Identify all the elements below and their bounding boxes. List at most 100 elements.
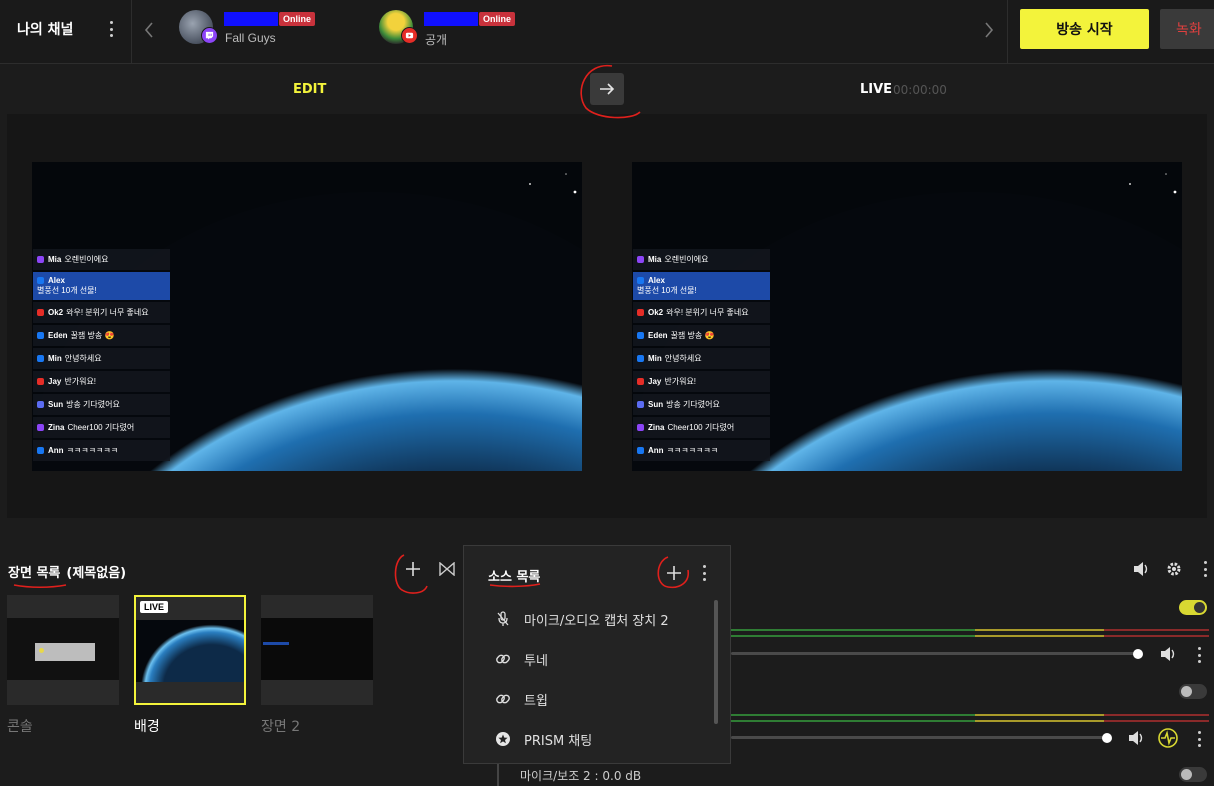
chat-username: Sun [48,400,64,409]
audio-meter [731,714,1209,716]
arrow-right-icon [600,83,615,95]
volume-slider[interactable] [731,736,1111,739]
live-mode-label: LIVE [860,82,893,97]
speaker-icon[interactable] [1127,729,1147,747]
chat-text: 꿀잼 방송 😍 [670,331,715,340]
volume-slider-handle[interactable] [1133,649,1143,659]
platform-icon [37,332,44,339]
scrollbar[interactable] [714,600,718,724]
source-label: PRISM 채팅 [524,733,593,749]
platform-icon [637,447,644,454]
chat-username: Zina [48,423,65,432]
platform-icon [637,401,644,408]
add-scene-button[interactable] [403,559,423,579]
chat-message: Zina Cheer100 기다렸어 [33,417,170,438]
chat-message: Sun 방송 기다렸어요 [33,394,170,415]
transition-button[interactable] [590,73,624,105]
chat-username: Mia [648,255,662,264]
divider [497,764,499,786]
record-button[interactable]: 녹화 [1160,9,1214,49]
chevron-left-icon[interactable] [143,21,155,39]
platform-icon [637,256,644,263]
source-item[interactable]: 마이크/오디오 캡처 장치 2 [494,607,669,631]
chat-text: 안녕하세요 [664,354,702,363]
chat-message: Jay 반가워요! [633,371,770,392]
volume-slider-handle[interactable] [1102,733,1112,743]
noise-filter-icon[interactable] [1157,727,1179,749]
chat-text: 와우! 분위기 너무 좋네요 [66,308,149,317]
chat-username: Jay [48,377,62,386]
platform-icon [637,309,644,316]
speaker-icon[interactable] [1132,560,1152,578]
twitch-icon [201,27,218,44]
platform-icon [37,401,44,408]
chat-text: 방송 기다렸어요 [66,400,120,409]
online-badge: Online [479,12,516,26]
chat-text: 방송 기다렸어요 [666,400,720,409]
chat-message: Alex 별풍선 10개 선물! [33,272,170,300]
channel-category: Fall Guys [225,31,276,45]
scene-collection-name[interactable]: (제목없음) [66,566,126,581]
chat-username: Ann [48,446,64,455]
add-source-button[interactable] [664,563,684,583]
chat-message: Ok2 와우! 분위기 너무 좋네요 [633,302,770,323]
transition-icon [439,562,455,576]
chat-text: 와우! 분위기 너무 좋네요 [666,308,749,317]
chat-username: Mia [48,255,62,264]
chat-username: Ok2 [48,308,64,317]
chat-username: Eden [648,331,668,340]
platform-icon [637,332,644,339]
scene-thumbnail-background[interactable]: LIVE [134,595,246,705]
channel-more-icon[interactable] [1191,729,1207,749]
chat-username: Alex [648,276,665,285]
source-item[interactable]: 투네 [494,647,548,671]
chat-message: Jay 반가워요! [33,371,170,392]
platform-icon [37,355,44,362]
audio-toggle-off[interactable] [1179,684,1207,699]
more-menu-icon[interactable] [103,19,119,39]
scene-transition-button[interactable] [437,559,457,579]
speaker-icon[interactable] [1159,645,1179,663]
my-channel-label[interactable]: 나의 채널 [17,19,73,39]
scene-thumbnail-console[interactable] [7,595,119,705]
my-channel-section: 나의 채널 [0,0,132,64]
channel-more-icon[interactable] [1191,645,1207,665]
source-list-title: 소스 목록 [488,570,541,585]
gear-icon[interactable] [1165,560,1183,578]
source-item[interactable]: PRISM 채팅 [494,727,592,751]
chat-username: Min [48,354,62,363]
source-item[interactable]: 트윕 [494,687,548,711]
chat-text: 반가워요! [64,377,97,386]
chat-username: Eden [48,331,68,340]
scene-list-panel: 장면 목록 (제목없음) 콘솔 LIVE 배경 장면 2 [0,545,463,786]
chat-username: Min [648,354,662,363]
chat-username: Sun [648,400,664,409]
chat-text: Cheer100 기다렸어 [67,423,135,432]
audio-toggle-off[interactable] [1179,767,1207,782]
mixer-more-icon[interactable] [1197,559,1213,579]
prism-chat-icon [494,730,512,748]
chat-username: Ann [648,446,664,455]
platform-icon [637,424,644,431]
chat-message: Ann ㅋㅋㅋㅋㅋㅋㅋ [633,440,770,461]
source-label: 마이크/오디오 캡처 장치 2 [524,613,669,629]
top-bar: 나의 채널 Online Fall Guys Online 공개 방송 시작 녹… [0,0,1214,64]
chat-text: Cheer100 기다렸어 [667,423,735,432]
start-broadcast-button[interactable]: 방송 시작 [1020,9,1149,49]
scene-label: 배경 [134,719,160,735]
edit-mode-label: EDIT [293,82,327,97]
scene-thumbnail-scene2[interactable] [261,595,373,705]
platform-icon [37,277,44,284]
audio-toggle-on[interactable] [1179,600,1207,615]
platform-icon [37,378,44,385]
source-more-icon[interactable] [696,563,712,583]
chevron-right-icon[interactable] [983,21,995,39]
mic-off-icon [494,610,512,628]
chat-message: Ann ㅋㅋㅋㅋㅋㅋㅋ [33,440,170,461]
chat-message: Eden 꿀잼 방송 😍 [33,325,170,346]
chat-username: Jay [648,377,662,386]
platform-icon [37,424,44,431]
volume-slider[interactable] [731,652,1138,655]
source-list-panel: 소스 목록 마이크/오디오 캡처 장치 2 투네 트윕 PRISM 채팅 [463,545,731,764]
edit-preview-canvas[interactable]: Mia 오렌빈이에요 Alex 별풍선 10개 선물! Ok2 와우! 분위기 너무 좋네… [32,162,582,471]
